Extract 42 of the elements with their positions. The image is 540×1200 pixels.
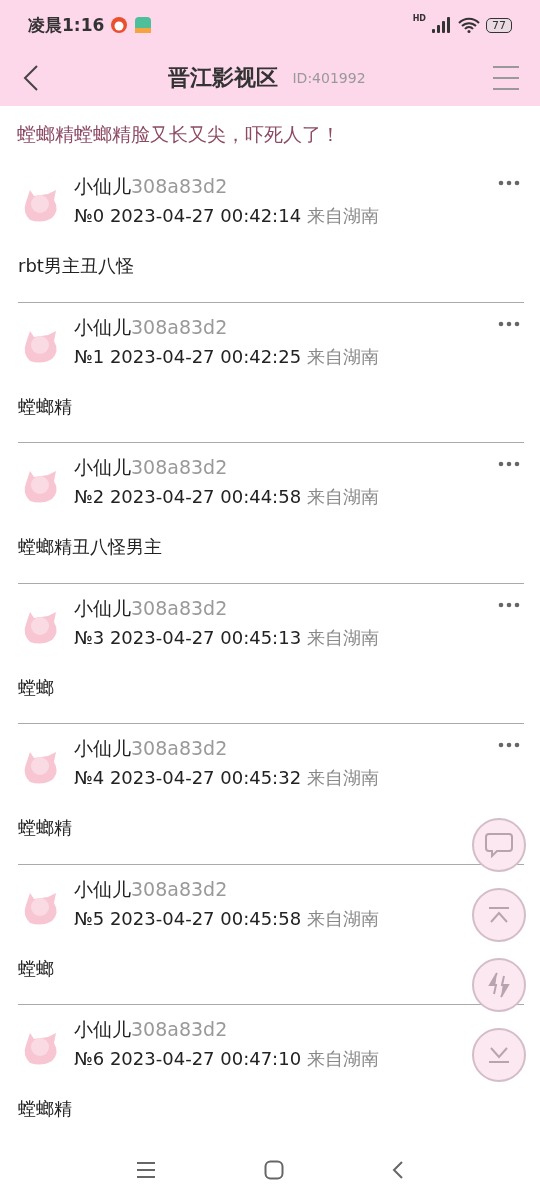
user-name[interactable]: 小仙儿308a83d2 [74, 1017, 228, 1043]
post-meta: №3 2023-04-27 00:45:13 来自湖南 [74, 625, 379, 650]
user-name[interactable]: 小仙儿308a83d2 [74, 876, 228, 903]
post-meta: №2 2023-04-27 00:44:58 来自湖南 [74, 485, 379, 509]
back-icon [392, 1160, 404, 1180]
post-body: 螳螂 [18, 956, 55, 981]
menu-icon [492, 65, 520, 91]
wifi-icon [458, 17, 480, 33]
post-meta: №4 2023-04-27 00:45:32 来自湖南 [74, 766, 379, 790]
app-notification-icon [110, 16, 129, 34]
more-icon [498, 742, 520, 748]
user-name[interactable]: 小仙儿308a83d2 [74, 455, 228, 481]
more-icon [498, 180, 520, 186]
battery-level: 77 [486, 17, 512, 33]
hd-label: HD [412, 14, 426, 23]
post-body: rbt男主丑八怪 [18, 254, 135, 278]
forum-title: 晋江影视区 [168, 64, 279, 92]
post-body: 螳螂精丑八怪男主 [18, 535, 163, 559]
post-meta: №6 2023-04-27 00:47:10 来自湖南 [74, 1047, 379, 1071]
post-body: 螳螂精 [18, 394, 73, 419]
user-name[interactable]: 小仙儿308a83d2 [74, 736, 228, 762]
refresh-icon [486, 971, 512, 999]
menu-icon [136, 1161, 156, 1179]
status-time: 凌晨1:16 [28, 13, 105, 37]
more-icon [498, 601, 520, 608]
more-icon [498, 461, 520, 467]
home-icon [264, 1160, 284, 1180]
more-icon [498, 320, 520, 327]
signal-icon [432, 17, 452, 33]
app-notification-icon [134, 16, 153, 34]
post-body: 螳螂精 [18, 1097, 73, 1121]
post-body: 螳螂 [18, 675, 55, 700]
user-name[interactable]: 小仙儿308a83d2 [74, 595, 228, 622]
post-meta: №5 2023-04-27 00:45:58 来自湖南 [74, 906, 379, 931]
post-meta: №1 2023-04-27 00:42:25 来自湖南 [74, 344, 379, 369]
post-meta: №0 2023-04-27 00:42:14 来自湖南 [74, 204, 379, 228]
forum-id: ID:401992 [292, 70, 366, 86]
user-name[interactable]: 小仙儿308a83d2 [74, 314, 228, 341]
thread-title: 螳螂精螳螂精脸又长又尖，吓死人了！ [16, 122, 341, 147]
post-body: 螳螂精 [18, 816, 73, 840]
user-name[interactable]: 小仙儿308a83d2 [74, 174, 228, 200]
chat-bubble-icon [485, 832, 513, 858]
